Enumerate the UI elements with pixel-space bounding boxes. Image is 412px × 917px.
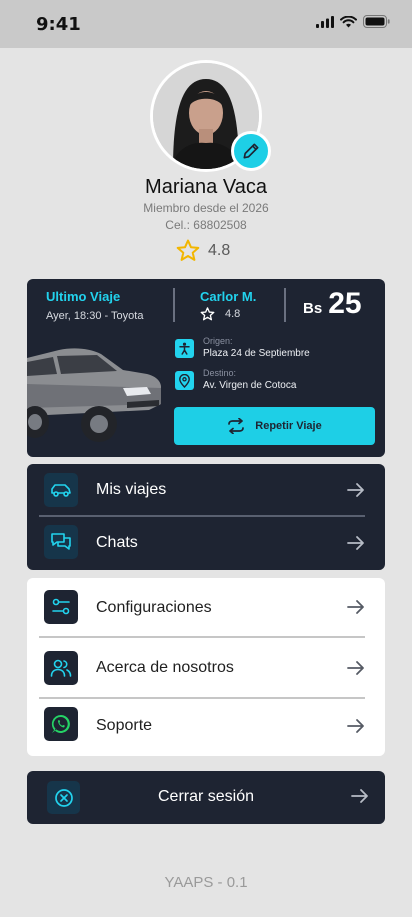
pencil-icon: [243, 143, 259, 159]
last-trip-card: Ultimo Viaje Ayer, 18:30 - Toyota Carlor…: [27, 279, 385, 457]
driver-rating-value: 4.8: [225, 308, 241, 320]
primary-menu: Mis viajes Chats: [27, 464, 385, 570]
menu-item-configuraciones[interactable]: Configuraciones: [27, 578, 385, 636]
driver-rating: 4.8: [200, 307, 240, 321]
secondary-menu: Configuraciones Acerca de nosotros Sopor…: [27, 578, 385, 756]
battery-icon: [363, 15, 390, 28]
arrow-right-icon: [347, 536, 364, 550]
origin-label: Origen:: [203, 336, 233, 346]
menu-item-chats[interactable]: Chats: [27, 517, 385, 570]
location-pin-icon: [175, 371, 194, 390]
arrow-right-icon: [347, 719, 364, 733]
arrow-right-icon: [347, 483, 364, 497]
repeat-trip-label: Repetir Viaje: [255, 420, 322, 432]
origin-row: Origen: Plaza 24 de Septiembre: [175, 336, 310, 361]
repeat-trip-button[interactable]: Repetir Viaje: [174, 407, 375, 445]
driver-name: Carlor M.: [200, 289, 257, 304]
car-icon: [44, 473, 78, 507]
menu-label: Acerca de nosotros: [96, 659, 234, 676]
divider: [173, 288, 175, 322]
profile-rating: 4.8: [176, 239, 230, 262]
trip-price: Bs 25: [303, 287, 362, 321]
logout-label: Cerrar sesión: [157, 788, 255, 805]
rating-value: 4.8: [208, 241, 231, 259]
menu-item-soporte[interactable]: Soporte: [27, 699, 385, 756]
users-icon: [44, 651, 78, 685]
profile-name: Mariana Vaca: [145, 176, 267, 198]
menu-item-mis-viajes[interactable]: Mis viajes: [27, 464, 385, 516]
star-outline-icon: [200, 307, 215, 321]
price-value: 25: [328, 287, 362, 320]
destination-row: Destino: Av. Virgen de Cotoca: [175, 368, 296, 393]
settings-sliders-icon: [44, 590, 78, 624]
status-bar: 9:41: [0, 0, 412, 48]
chat-icon: [44, 525, 78, 559]
repeat-icon: [228, 418, 245, 434]
wifi-icon: [340, 15, 357, 27]
destination-label: Destino:: [203, 368, 237, 378]
menu-label: Soporte: [96, 717, 153, 734]
star-icon: [176, 239, 200, 261]
last-trip-title: Ultimo Viaje: [46, 289, 121, 304]
arrow-right-icon: [351, 789, 368, 803]
status-time: 9:41: [36, 14, 81, 35]
destination-value: Av. Virgen de Cotoca: [203, 380, 297, 391]
arrow-right-icon: [347, 600, 364, 614]
profile-phone: Cel.: 68802508: [165, 218, 247, 232]
menu-label: Configuraciones: [96, 599, 212, 616]
person-icon: [175, 339, 194, 358]
whatsapp-icon: [44, 707, 78, 741]
car-illustration: [27, 348, 161, 442]
arrow-right-icon: [347, 661, 364, 675]
app-version: YAAPS - 0.1: [164, 874, 248, 891]
edit-avatar-button[interactable]: [231, 131, 271, 171]
status-icons: [316, 15, 390, 28]
menu-label: Chats: [96, 534, 138, 551]
menu-label: Mis viajes: [96, 481, 167, 498]
last-trip-time: Ayer, 18:30 - Toyota: [46, 310, 144, 322]
menu-item-acerca-de-nosotros[interactable]: Acerca de nosotros: [27, 638, 385, 697]
origin-value: Plaza 24 de Septiembre: [203, 348, 310, 359]
divider: [284, 288, 286, 322]
member-since: Miembro desde el 2026: [143, 201, 269, 215]
logout-button[interactable]: Cerrar sesión: [27, 771, 385, 824]
price-currency: Bs: [303, 300, 323, 317]
signal-icon: [316, 15, 334, 28]
